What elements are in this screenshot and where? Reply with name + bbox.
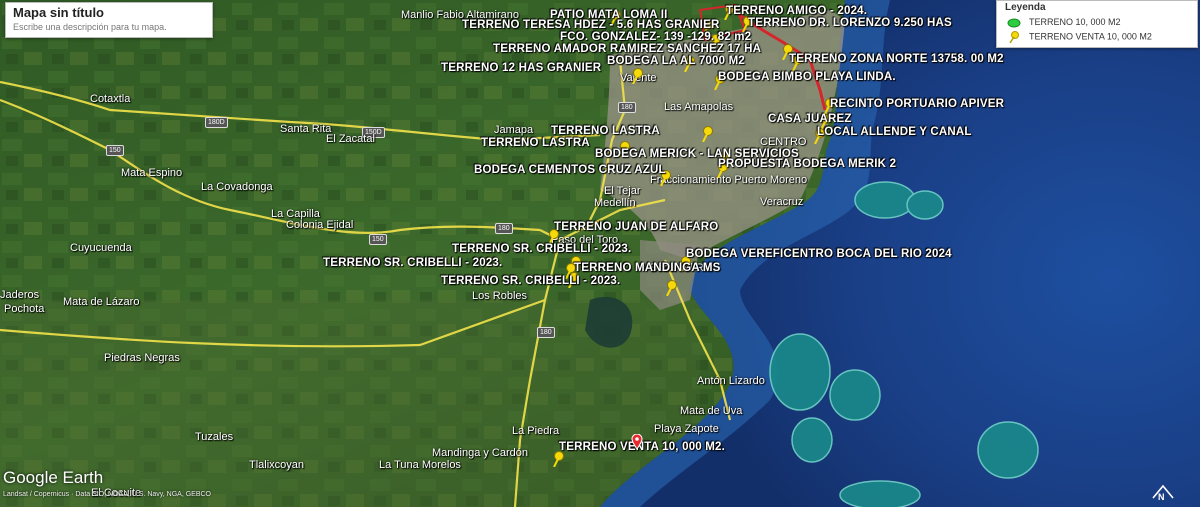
pin-label[interactable]: TERRENO 12 HAS GRANIER [441,62,601,74]
place-label[interactable]: Mata Espino [121,167,182,179]
place-label[interactable]: Mata de Uva [680,405,742,417]
place-label[interactable]: Colonia Ejidal [286,219,353,231]
legend-item-label: TERRENO VENTA 10, 000 M2 [1029,31,1152,42]
yellow-pushpin-icon[interactable] [664,280,678,296]
pin-label[interactable]: TERRENO ZONA NORTE 13758. 00 M2 [789,53,1004,65]
road-shield-180-c: 180 [537,327,555,338]
legend-item[interactable]: TERRENO VENTA 10, 000 M2 [1007,31,1152,43]
imagery-credits: Landsat / Copernicus · Data SIO, NOAA, U… [3,491,211,498]
pin-label[interactable]: TERRENO AMADOR RAMIREZ SANCHEZ 17 HA [493,43,761,55]
legend-item[interactable]: TERRENO 10, 000 M2 [1007,17,1121,28]
place-label[interactable]: CENTRO [760,136,806,148]
place-label[interactable]: Piedras Negras [104,352,180,364]
pin-label[interactable]: BODEGA VEREFICENTRO BOCA DEL RIO 2024 [686,248,952,260]
place-label[interactable]: Pochota [4,303,44,315]
place-label[interactable]: La Tuna Morelos [379,459,461,471]
pin-label[interactable]: TERRENO LASTRA [481,137,590,149]
pin-label[interactable]: PROPUESTA BODEGA MERIK 2 [718,158,896,170]
legend-panel: Leyenda TERRENO 10, 000 M2 TERRENO VENTA… [996,0,1198,48]
map-description-placeholder[interactable]: Escribe una descripción para tu mapa. [13,22,167,32]
place-label[interactable]: Jaderos [0,289,39,301]
road-shield-180-b: 180 [618,102,636,113]
legend-title: Leyenda [1005,2,1046,13]
pin-label[interactable]: TERRENO SR. CRIBELLI - 2023. [452,243,631,255]
road-shield-150: 150 [106,145,124,156]
place-label[interactable]: Santa Rita [280,123,331,135]
yellow-pushpin-icon[interactable] [630,68,644,84]
green-polygon-icon [1007,18,1021,28]
place-label[interactable]: Playa Zapote [654,423,719,435]
place-label[interactable]: Las Amapolas [664,101,733,113]
pin-label[interactable]: TERRENO SR. CRIBELLI - 2023. [323,257,502,269]
map-title[interactable]: Mapa sin título [13,5,104,20]
place-label[interactable]: Cotaxtla [90,93,130,105]
place-label[interactable]: La Covadonga [201,181,273,193]
pin-label[interactable]: TERRENO LASTRA [551,125,660,137]
pin-label[interactable]: LOCAL ALLENDE Y CANAL [817,126,972,138]
pin-label[interactable]: TERRENO DR. LORENZO 9.250 HAS [748,17,952,29]
yellow-pushpin-icon[interactable] [551,451,565,467]
pin-label[interactable]: CASA JUAREZ [768,113,852,125]
pin-label[interactable]: FCO. GONZALEZ- 139 -129. 82 m2 [560,31,751,43]
place-label[interactable]: Los Robles [472,290,527,302]
place-label[interactable]: Jamapa [494,124,533,136]
pin-label[interactable]: BODEGA LA AL 7000 M2 [607,55,745,67]
road-shield-180d: 180D [205,117,228,128]
yellow-pushpin-icon [1009,31,1019,43]
place-label[interactable]: Medellín [594,197,636,209]
pin-label[interactable]: TERRENO JUAN DE ALFARO [554,221,718,233]
pin-label[interactable]: BODEGA BIMBO PLAYA LINDA. [718,71,896,83]
place-label[interactable]: Mata de Lázaro [63,296,139,308]
place-label[interactable]: El Tejar [604,185,640,197]
place-label[interactable]: Tlalixcoyan [249,459,304,471]
place-label[interactable]: Cuyucuenda [70,242,132,254]
map-title-panel[interactable]: Mapa sin título Escribe una descripción … [5,2,213,38]
yellow-pushpin-icon[interactable] [700,126,714,142]
place-label[interactable]: Tuzales [195,431,233,443]
pin-label[interactable]: BODEGA CEMENTOS CRUZ AZUL [474,164,666,176]
pin-label[interactable]: TERRENO TERESA HDEZ - 5.6 HAS GRANIER [462,19,719,31]
place-label[interactable]: El Zacatal [326,133,375,145]
pin-label[interactable]: TERRENO SR. CRIBELLI - 2023. [441,275,620,287]
svg-text:N: N [1158,492,1165,502]
red-placemark-icon[interactable] [630,434,644,450]
place-label[interactable]: Mandinga y Cardón [432,447,528,459]
place-label[interactable]: Veracruz [760,196,803,208]
compass-icon[interactable]: N [1150,482,1176,502]
place-label[interactable]: Antón Lizardo [697,375,765,387]
road-shield-180-a: 180 [495,223,513,234]
place-label[interactable]: La Piedra [512,425,559,437]
pin-label[interactable]: TERRENO MANDINGA MS [574,262,720,274]
pin-label[interactable]: RECINTO PORTUARIO APIVER [830,98,1004,110]
road-shield-150-b: 150 [369,234,387,245]
legend-item-label: TERRENO 10, 000 M2 [1029,17,1121,27]
google-earth-logo: Google Earth [3,468,104,487]
